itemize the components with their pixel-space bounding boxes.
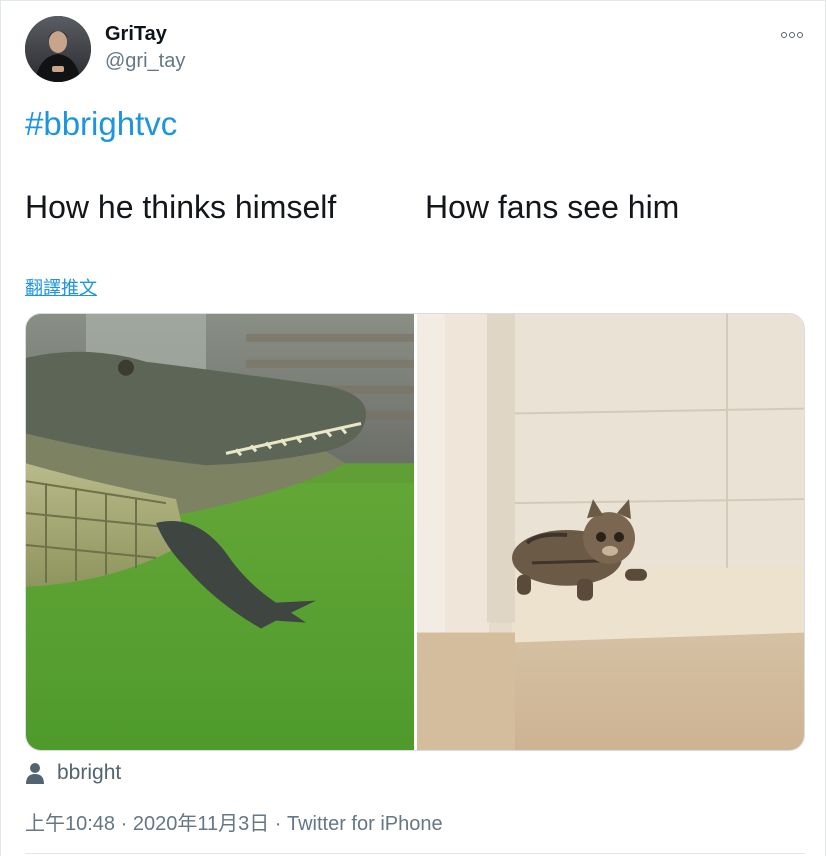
media-image-left[interactable] xyxy=(26,314,414,750)
tweet-caption-left: How he thinks himself xyxy=(25,189,337,225)
tagged-users-row[interactable]: bbright xyxy=(25,759,121,787)
cat-photo-icon xyxy=(417,314,804,750)
divider xyxy=(25,853,805,854)
tweet-caption-right: How fans see him xyxy=(425,189,680,225)
alligator-photo-icon xyxy=(26,314,414,750)
tagged-user-name[interactable]: bbright xyxy=(57,761,121,785)
hashtag-link[interactable]: #bbrightvc xyxy=(25,105,177,143)
display-name[interactable]: GriTay xyxy=(105,23,167,46)
more-options-button[interactable] xyxy=(777,25,807,45)
media-grid xyxy=(25,313,805,751)
tweet-card: GriTay @gri_tay #bbrightvc How he thinks… xyxy=(0,0,826,856)
translate-tweet-link[interactable]: 翻譯推文 xyxy=(25,274,97,300)
user-handle[interactable]: @gri_tay xyxy=(105,50,185,73)
more-dot-icon xyxy=(781,32,787,38)
tweet-timestamp-source[interactable]: 上午10:48 · 2020年11月3日 · Twitter for iPhon… xyxy=(25,807,443,836)
more-dot-icon xyxy=(789,32,795,38)
person-icon xyxy=(26,763,44,784)
user-avatar[interactable] xyxy=(25,16,91,82)
media-image-right[interactable] xyxy=(417,314,804,750)
avatar-photo-icon xyxy=(25,16,91,82)
more-dot-icon xyxy=(797,32,803,38)
